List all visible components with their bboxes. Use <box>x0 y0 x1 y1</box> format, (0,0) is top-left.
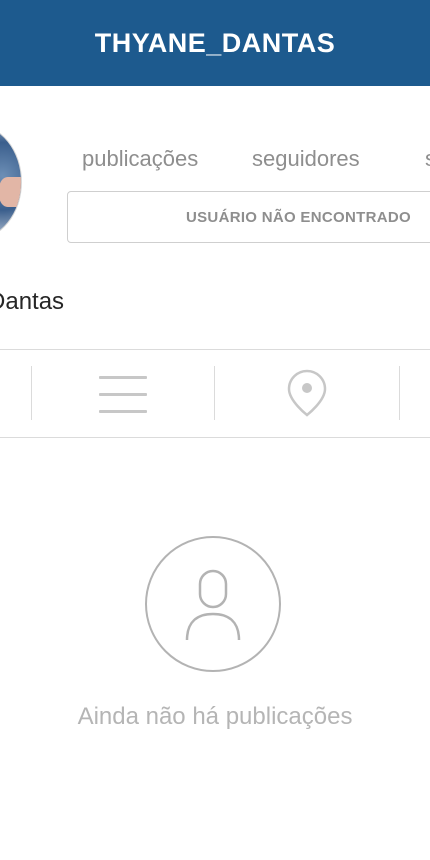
avatar[interactable] <box>0 124 22 240</box>
stat-followers-label[interactable]: seguidores <box>252 146 360 172</box>
tab-separator <box>31 366 32 420</box>
stat-following-label[interactable]: s <box>425 146 430 172</box>
tab-separator <box>399 366 400 420</box>
profile-username: THYANE_DANTAS <box>94 27 336 58</box>
location-pin-icon[interactable] <box>287 369 327 417</box>
tab-separator <box>214 366 215 420</box>
stat-posts-label[interactable]: publicações <box>82 146 198 172</box>
empty-state-circle <box>145 536 281 672</box>
empty-state-message-text: Ainda não há publicações <box>77 703 353 730</box>
list-icon[interactable] <box>99 376 147 414</box>
avatar-photo-detail <box>0 177 21 207</box>
tab-bar-top-divider <box>0 349 430 350</box>
empty-state-message: Ainda não há publicações <box>0 703 430 731</box>
person-icon <box>185 569 240 640</box>
top-bar: THYANE_DANTAS <box>0 0 430 86</box>
profile-page: THYANE_DANTAS publicações seguidores s U… <box>0 0 430 860</box>
tab-bar-bottom-divider <box>0 437 430 438</box>
profile-display-name: e Dantas <box>0 288 65 315</box>
user-not-found-button[interactable]: USUÁRIO NÃO ENCONTRADO <box>67 191 430 243</box>
